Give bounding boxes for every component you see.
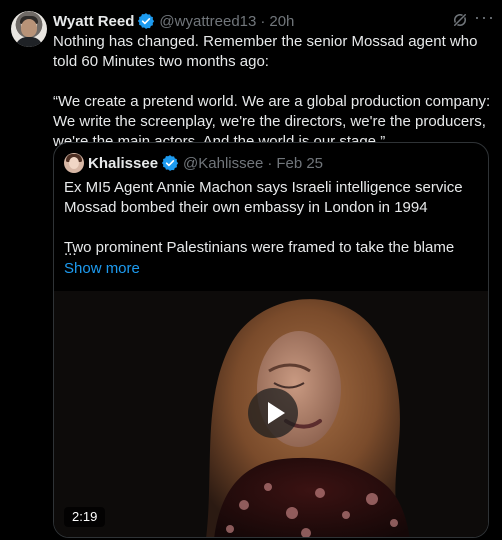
tweet-text: Nothing has changed. Remember the senior… bbox=[53, 32, 491, 152]
avatar-shirt bbox=[15, 37, 43, 47]
show-more-link[interactable]: Show more bbox=[64, 259, 140, 279]
quoted-tweet-header: Khalissee @Kahlissee · Feb 25 bbox=[88, 153, 323, 173]
quoted-text-paragraph: Ex MI5 Agent Annie Machon says Israeli i… bbox=[64, 179, 463, 216]
meta-separator: · bbox=[260, 12, 266, 30]
avatar-face bbox=[21, 19, 37, 37]
quoted-text-paragraph: Two prominent Palestinians were framed t… bbox=[64, 239, 455, 256]
play-icon[interactable] bbox=[248, 388, 298, 438]
tweet[interactable]: Wyatt Reed @wyattreed13 · 20h ··· Nothin… bbox=[0, 0, 502, 540]
quoted-author-name[interactable]: Khalissee bbox=[88, 155, 158, 172]
quoted-tweet-text: Ex MI5 Agent Annie Machon says Israeli i… bbox=[64, 178, 480, 258]
quoted-text-ellipsis: ... bbox=[64, 242, 77, 259]
quoted-tweet-time[interactable]: Feb 25 bbox=[276, 155, 323, 172]
author-handle[interactable]: @wyattreed13 bbox=[159, 13, 256, 30]
tweet-time[interactable]: 20h bbox=[269, 13, 294, 30]
video-player[interactable]: 2:19 bbox=[54, 291, 488, 537]
tweet-header: Wyatt Reed @wyattreed13 · 20h bbox=[53, 12, 294, 30]
verified-badge-icon bbox=[138, 13, 155, 29]
quoted-author-handle[interactable]: @Kahlissee bbox=[183, 155, 263, 172]
grok-icon[interactable] bbox=[451, 11, 469, 29]
tweet-text-paragraph: Nothing has changed. Remember the senior… bbox=[53, 33, 478, 70]
meta-separator: · bbox=[267, 154, 273, 172]
verified-badge-icon bbox=[161, 155, 179, 171]
quoted-tweet[interactable]: Khalissee @Kahlissee · Feb 25 Ex MI5 Age… bbox=[53, 142, 489, 538]
author-name[interactable]: Wyatt Reed bbox=[53, 13, 134, 30]
author-avatar[interactable] bbox=[11, 11, 47, 47]
quoted-avatar-face bbox=[69, 157, 79, 169]
more-options-icon[interactable]: ··· bbox=[474, 8, 496, 29]
video-duration: 2:19 bbox=[64, 507, 106, 527]
quoted-author-avatar[interactable] bbox=[64, 153, 84, 173]
